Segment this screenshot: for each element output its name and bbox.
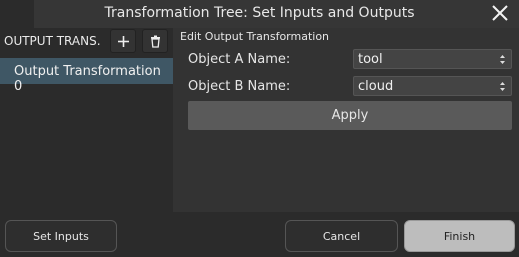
- title-bar: Transformation Tree: Set Inputs and Outp…: [0, 0, 519, 28]
- plus-icon: [118, 36, 129, 47]
- object-b-select[interactable]: cloud: [353, 76, 512, 96]
- finish-button[interactable]: Finish: [404, 220, 515, 252]
- output-list-header: OUTPUT TRANS.: [0, 28, 173, 54]
- apply-button-label: Apply: [331, 108, 369, 123]
- set-inputs-button[interactable]: Set Inputs: [5, 220, 117, 252]
- object-a-label: Object A Name:: [188, 52, 291, 67]
- output-list-header-label: OUTPUT TRANS.: [4, 34, 101, 48]
- list-item-label: Output Transformation 0: [14, 64, 161, 94]
- delete-output-button[interactable]: [142, 29, 168, 53]
- cancel-button[interactable]: Cancel: [285, 220, 398, 252]
- footer: Set Inputs Cancel Finish: [0, 212, 519, 257]
- object-a-select[interactable]: tool: [353, 49, 512, 69]
- section-title: Edit Output Transformation: [180, 30, 330, 43]
- output-list-panel: OUTPUT TRANS. Output Transformation 0: [0, 28, 173, 212]
- updown-arrows-icon: [500, 55, 505, 64]
- list-item-output-transformation-0[interactable]: Output Transformation 0: [0, 58, 173, 94]
- apply-button[interactable]: Apply: [188, 101, 512, 130]
- object-a-value: tool: [358, 52, 383, 67]
- set-inputs-label: Set Inputs: [33, 230, 89, 243]
- edit-output-panel: Edit Output Transformation Object A Name…: [173, 28, 519, 212]
- close-button[interactable]: [489, 2, 511, 24]
- finish-label: Finish: [443, 230, 476, 243]
- updown-arrows-icon: [500, 82, 505, 91]
- object-b-label: Object B Name:: [188, 79, 291, 94]
- cancel-label: Cancel: [322, 230, 361, 243]
- object-b-value: cloud: [358, 79, 394, 94]
- trash-icon: [151, 35, 160, 48]
- close-icon: [492, 5, 508, 21]
- add-output-button[interactable]: [110, 29, 136, 53]
- window-title: Transformation Tree: Set Inputs and Outp…: [104, 5, 415, 21]
